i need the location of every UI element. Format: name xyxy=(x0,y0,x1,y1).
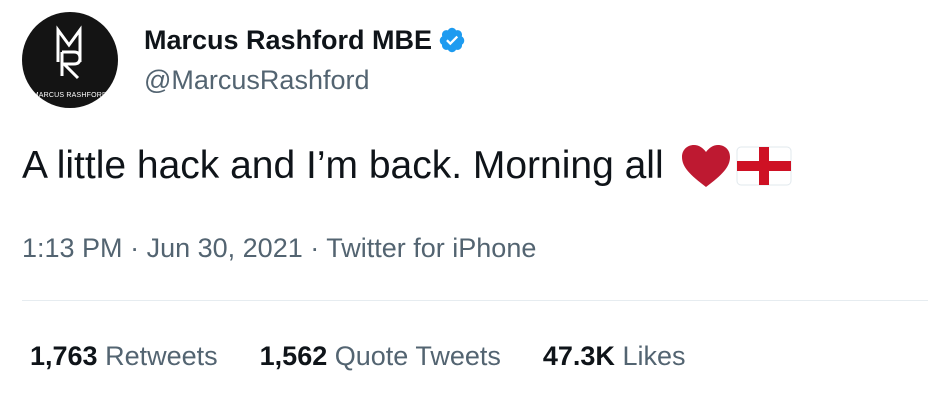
likes-label: Likes xyxy=(622,341,686,371)
author-handle[interactable]: @MarcusRashford xyxy=(144,64,369,96)
meta-separator: · xyxy=(130,233,140,263)
tweet-time[interactable]: 1:13 PM xyxy=(22,233,123,263)
tweet-text: A little hack and I’m back. Morning all xyxy=(22,144,664,187)
likes-stat[interactable]: 47.3K Likes xyxy=(543,340,686,372)
author-display-name[interactable]: Marcus Rashford MBE xyxy=(144,24,432,56)
avatar-caption: MARCUS RASHFORD xyxy=(32,92,108,99)
verified-badge-icon xyxy=(438,26,466,54)
tweet-meta: 1:13 PM · Jun 30, 2021 · Twitter for iPh… xyxy=(22,232,536,264)
tweet-source[interactable]: Twitter for iPhone xyxy=(326,233,536,263)
likes-count: 47.3K xyxy=(542,341,615,371)
red-heart-icon xyxy=(680,143,732,189)
tweet-date[interactable]: Jun 30, 2021 xyxy=(147,233,303,263)
tweet-body: A little hack and I’m back. Morning all xyxy=(22,142,792,190)
retweets-count: 1,763 xyxy=(30,341,98,371)
quote-tweets-stat[interactable]: 1,562 Quote Tweets xyxy=(260,340,501,372)
divider xyxy=(22,300,928,301)
retweets-stat[interactable]: 1,763 Retweets xyxy=(30,340,218,372)
quote-tweets-count: 1,562 xyxy=(259,341,328,371)
avatar[interactable]: MARCUS RASHFORD xyxy=(22,12,118,108)
quote-tweets-label: Quote Tweets xyxy=(334,341,501,371)
tweet-stats: 1,763 Retweets 1,562 Quote Tweets 47.3K … xyxy=(30,340,727,372)
retweets-label: Retweets xyxy=(105,341,218,371)
author-name-row[interactable]: Marcus Rashford MBE xyxy=(144,24,466,56)
england-flag-icon xyxy=(736,146,792,186)
meta-separator: · xyxy=(310,233,320,263)
